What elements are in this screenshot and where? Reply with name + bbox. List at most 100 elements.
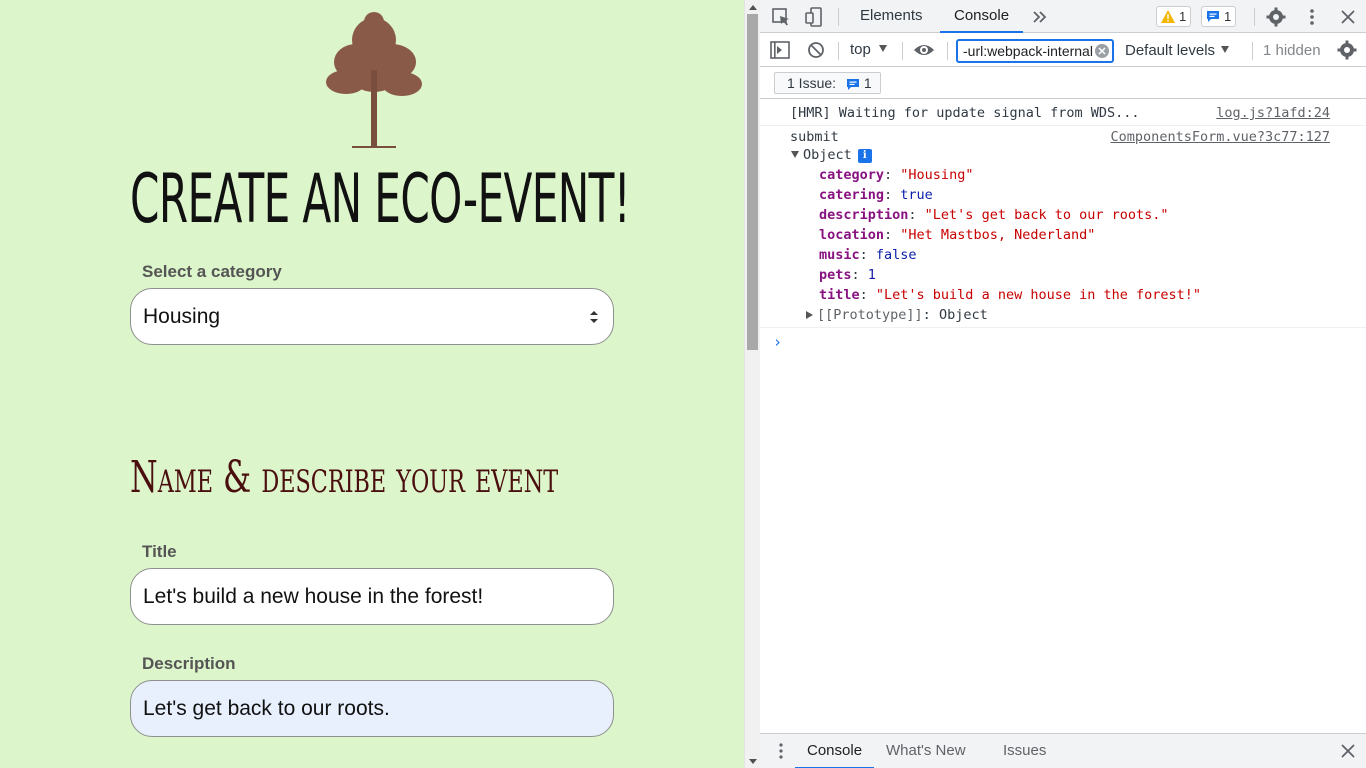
property-key: music [819,247,860,263]
tree-logo [326,12,422,148]
description-input-value: Let's get back to our roots. [143,696,390,720]
row-divider [760,125,1366,126]
console-settings-gear-icon[interactable] [1336,39,1358,61]
prototype-value: Object [938,307,988,323]
property-value: "Let's build a new house in the forest!" [875,287,1202,303]
scroll-thumb[interactable] [747,14,758,350]
device-toolbar-icon[interactable] [804,6,826,28]
row-divider [760,327,1366,328]
category-label: Select a category [142,262,282,281]
property-value: true [900,187,933,203]
expand-triangle-icon [791,151,799,158]
double-chevron-icon[interactable] [1030,7,1050,27]
separator [947,42,948,60]
message-icon [846,79,859,90]
title-label: Title [142,542,177,561]
messages-count: 1 [1224,9,1232,24]
submit-log-message: submit [790,129,839,145]
hmr-source-link[interactable]: log.js?1afd:24 [1216,105,1330,121]
tab-elements[interactable]: Elements [846,0,937,33]
clear-filter-icon[interactable] [1094,43,1110,59]
sidebar-toggle-icon[interactable] [769,39,791,61]
property-value: false [875,247,917,263]
filter-value: -url:webpack-internal [963,43,1093,59]
separator [1252,42,1253,60]
caret-down-icon [878,45,887,52]
object-property: category: "Housing" [819,167,974,183]
close-icon[interactable] [1337,6,1359,28]
property-key: pets [819,267,852,283]
title-input[interactable]: Let's build a new house in the forest! [130,568,614,625]
property-key: location [819,227,885,243]
live-expression-eye-icon[interactable] [913,39,935,61]
object-property: catering: true [819,187,933,203]
object-property: title: "Let's build a new house in the f… [819,287,1202,303]
title-input-value: Let's build a new house in the forest! [143,584,484,608]
object-property: pets: 1 [819,267,876,283]
message-icon [1207,11,1219,22]
hidden-messages-count: 1 hidden [1263,42,1321,59]
page-title: Create an Eco-Event! [130,160,631,239]
issues-label: 1 Issue: [787,75,837,91]
warning-icon [1161,10,1175,23]
issues-bar: 1 Issue: 1 [760,67,1366,99]
separator [902,42,903,60]
property-value: "Het Mastbos, Nederland" [900,227,1096,243]
object-property: description: "Let's get back to our root… [819,207,1169,223]
console-output[interactable]: [HMR] Waiting for update signal from WDS… [760,100,1366,733]
property-key: description [819,207,909,223]
property-value: "Let's get back to our roots." [924,207,1169,223]
section-heading: Name & describe your event [130,452,559,503]
console-toolbar: top -url:webpack-internal Default levels… [760,34,1366,67]
category-select-value: Housing [143,304,221,328]
property-key: category [819,167,885,183]
drawer-menu-icon[interactable] [770,740,792,762]
prototype-key: [[Prototype]] [817,307,923,323]
inspect-element-icon[interactable] [770,6,792,28]
issues-button[interactable]: 1 Issue: 1 [774,72,881,94]
scroll-up-arrow-icon[interactable] [749,5,757,10]
page-scrollbar[interactable] [744,0,760,768]
property-value: 1 [867,267,876,283]
context-select[interactable]: top [850,41,887,58]
drawer-tab-issues[interactable]: Issues [991,734,1058,768]
log-levels-select[interactable]: Default levels [1125,42,1230,59]
more-options-icon[interactable] [1301,6,1323,28]
description-label: Description [142,654,236,673]
object-property: location: "Het Mastbos, Nederland" [819,227,1096,243]
devtools-panel: Elements Console 1 1 top -url:webpack-in… [760,0,1366,768]
property-value: "Housing" [900,167,974,183]
object-label: Object [803,147,852,163]
levels-value: Default levels [1125,42,1216,59]
devtools-tabbar: Elements Console 1 1 [760,0,1366,33]
clear-console-icon[interactable] [805,39,827,61]
caret-down-icon [1221,46,1230,53]
property-key: catering [819,187,885,203]
select-arrows-icon [590,311,598,323]
messages-counter[interactable]: 1 [1201,6,1237,27]
close-drawer-icon[interactable] [1337,740,1359,762]
separator [1254,8,1255,26]
separator [838,8,839,26]
category-select[interactable]: Housing [130,288,614,345]
issues-count: 1 [863,75,872,91]
object-toggle[interactable]: Object i [791,147,872,163]
drawer-tab-console[interactable]: Console [795,734,875,768]
tab-console[interactable]: Console [940,0,1024,33]
console-filter-input[interactable]: -url:webpack-internal [956,39,1114,63]
settings-gear-icon[interactable] [1265,6,1287,28]
submit-source-link[interactable]: ComponentsForm.vue?3c77:127 [1111,129,1330,145]
warnings-counter[interactable]: 1 [1156,6,1192,27]
separator [838,42,839,60]
hmr-log-message: [HMR] Waiting for update signal from WDS… [790,105,1140,121]
object-property: music: false [819,247,917,263]
prototype-toggle[interactable]: [[Prototype]]: Object [806,307,988,323]
console-prompt-chevron-icon[interactable]: › [773,333,782,351]
context-value: top [850,41,871,58]
info-icon[interactable]: i [857,149,872,163]
drawer-tab-whats-new[interactable]: What's New [874,734,978,768]
scroll-down-arrow-icon[interactable] [749,759,757,764]
property-key: title [819,287,860,303]
drawer-tabbar: Console What's New Issues [760,733,1366,768]
description-input[interactable]: Let's get back to our roots. [130,680,614,737]
